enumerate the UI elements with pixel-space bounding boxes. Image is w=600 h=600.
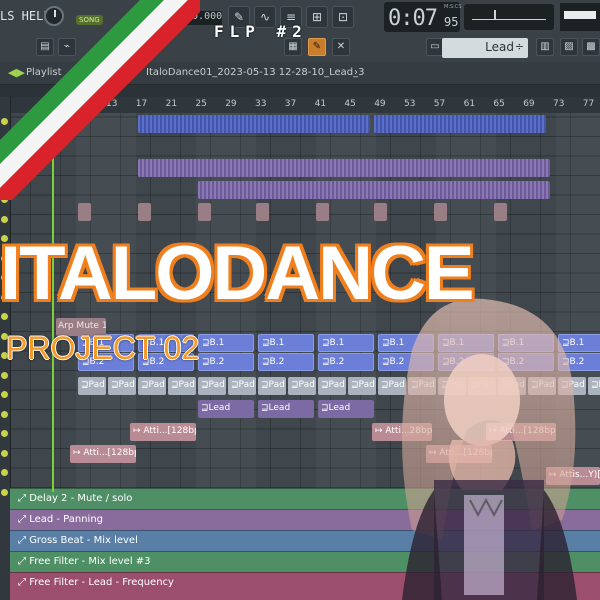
step-seq-icon[interactable]: ▨ xyxy=(560,38,578,56)
track-mute-led[interactable] xyxy=(1,391,8,398)
ruler-tick-label: 65 xyxy=(493,99,505,109)
cpu-meter xyxy=(464,4,554,30)
track-mute-led[interactable] xyxy=(1,215,8,223)
ruler-tick-label: 53 xyxy=(404,99,416,109)
ruler-tick-label: 57 xyxy=(433,99,446,109)
pattern-clip[interactable]: ⊒B.1 xyxy=(258,334,314,352)
instrument-select[interactable]: Lead ÷ xyxy=(442,38,528,58)
select-arrow-icon: ÷ xyxy=(514,40,524,53)
pattern-clip[interactable]: ⊒B.2 xyxy=(198,353,254,371)
automation-icon: ⤢ xyxy=(18,556,26,567)
automation-label: Free Filter - Mix level #3 xyxy=(29,556,151,567)
marker-clip[interactable] xyxy=(374,203,387,221)
mixer-icon[interactable]: ⊞ xyxy=(306,6,328,28)
pattern-clip[interactable]: ⊒B.2 xyxy=(258,353,314,371)
pattern-clip[interactable]: ⊒B.1 xyxy=(198,334,254,352)
ruler-tick-label: 49 xyxy=(374,99,386,109)
ruler-tick-label: 69 xyxy=(523,99,535,109)
channel-icon[interactable]: ⊡ xyxy=(332,6,354,28)
marker-clip[interactable] xyxy=(434,203,447,221)
ruler-tick-label: 33 xyxy=(255,99,267,109)
pattern-clip[interactable]: ⊒Pad xyxy=(198,377,226,395)
automation-label: Lead - Panning xyxy=(29,514,104,525)
mixer-view-icon[interactable]: ▩ xyxy=(582,38,600,56)
pattern-clip[interactable]: ⊒Pad xyxy=(228,377,256,395)
audio-clip[interactable]: ↦ Atti...[128bpm] xyxy=(70,445,136,463)
output-meter xyxy=(560,3,600,31)
time-main: 0:07 xyxy=(388,6,438,31)
ruler-tick-label: 41 xyxy=(314,99,327,109)
overlay-subtitle: PROJECT 02 xyxy=(6,330,200,366)
marker-clip[interactable] xyxy=(198,203,211,221)
breadcrumb-separator: › xyxy=(354,67,358,78)
flp-label: FLP #2 xyxy=(214,22,308,41)
track-mute-led[interactable] xyxy=(1,449,8,457)
pattern-clip[interactable]: ⊒Pad xyxy=(318,377,346,395)
automation-label: Delay 2 - Mute / solo xyxy=(29,493,133,504)
pattern-clip[interactable]: ⊒B.1 xyxy=(318,334,374,352)
automation-icon: ⤢ xyxy=(18,577,26,588)
automation-icon: ⤢ xyxy=(18,514,26,525)
automation-icon: ⤢ xyxy=(18,535,26,546)
ruler-tick-label: 73 xyxy=(553,99,565,109)
piano-roll-icon[interactable]: ▥ xyxy=(536,38,554,56)
audio-clip[interactable] xyxy=(198,181,550,199)
time-centiseconds: 95 xyxy=(444,15,459,29)
singer-photo xyxy=(402,298,577,600)
time-format-label: M:S:CS xyxy=(444,4,462,10)
pattern-clip[interactable]: ⊒Pad xyxy=(138,377,166,395)
track-mute-led[interactable] xyxy=(1,488,8,496)
marker-clip[interactable] xyxy=(256,203,269,221)
ruler-tick-label: 77 xyxy=(582,99,595,109)
track-mute-led[interactable] xyxy=(1,469,8,476)
pattern-clip[interactable]: ⊒Lead xyxy=(198,400,254,418)
ruler-tick-label: 61 xyxy=(463,99,476,109)
fl-studio-window: LS HELP SONG 140.000 ✎ ∿ ≡ ⊞ ⊡ 0:07 M:S:… xyxy=(0,0,600,600)
marker-clip[interactable] xyxy=(316,203,329,221)
time-display: 0:07 M:S:CS 95 xyxy=(384,2,462,32)
pattern-clip[interactable]: ⊒Pad xyxy=(288,377,316,395)
italian-flag-sash xyxy=(0,0,200,200)
delete-tool-icon[interactable]: ✕ xyxy=(332,38,350,56)
track-mute-led[interactable] xyxy=(1,371,8,379)
pattern-clip[interactable]: ⊒Lead xyxy=(318,400,374,418)
ruler-tick-label: 45 xyxy=(344,99,356,109)
track-mute-led[interactable] xyxy=(1,430,8,437)
pattern-clip[interactable]: ⊒Lead xyxy=(258,400,314,418)
overlay-title: ITALODANCE xyxy=(0,231,475,316)
automation-label: Gross Beat - Mix level xyxy=(29,535,138,546)
audio-clip[interactable] xyxy=(374,115,546,133)
paint-tool-icon[interactable]: ✎ xyxy=(308,38,326,56)
marker-clip[interactable] xyxy=(494,203,507,221)
marker-clip[interactable] xyxy=(78,203,91,221)
instrument-select-value: Lead xyxy=(485,40,514,54)
automation-label: Free Filter - Lead - Frequency xyxy=(29,577,174,588)
ruler-tick-label: 29 xyxy=(225,99,237,109)
pattern-clip[interactable]: ⊒Pad xyxy=(108,377,136,395)
ruler-tick-label: 37 xyxy=(284,99,297,109)
pattern-clip[interactable]: ⊒Pad xyxy=(78,377,106,395)
pattern-clip[interactable]: ⊒Pad xyxy=(258,377,286,395)
track-mute-led[interactable] xyxy=(1,410,8,418)
audio-clip[interactable]: ↦ Atti...[128bpm] xyxy=(130,423,196,441)
automation-icon: ⤢ xyxy=(18,493,26,504)
pattern-clip[interactable]: ⊒Pad xyxy=(168,377,196,395)
marker-clip[interactable] xyxy=(138,203,151,221)
pattern-clip[interactable]: ⊒B.2 xyxy=(318,353,374,371)
